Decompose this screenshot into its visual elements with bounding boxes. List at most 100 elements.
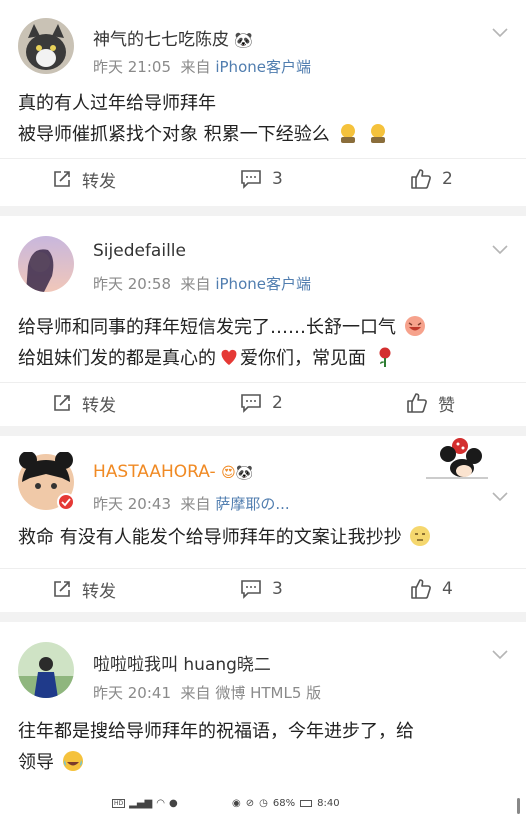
chevron-down-icon[interactable] bbox=[490, 22, 510, 42]
comment-icon bbox=[241, 394, 261, 413]
timestamp: 昨天 20:43 bbox=[93, 495, 171, 513]
separator bbox=[0, 612, 526, 622]
username[interactable]: HASTAAHORA- 😍🐼 bbox=[93, 462, 253, 482]
comment-icon bbox=[241, 170, 261, 189]
post-meta: 昨天 20:58 来自 iPhone客户端 bbox=[93, 273, 311, 294]
like-icon bbox=[411, 579, 431, 599]
like-count[interactable]: 4 bbox=[442, 579, 453, 599]
alarm-icon: ◷ bbox=[259, 798, 268, 809]
avatar[interactable] bbox=[18, 452, 75, 511]
comment-line: 领导 bbox=[18, 752, 54, 773]
comment-item: Sijedefaille 昨天 20:58 来自 iPhone客户端 给导师和同… bbox=[0, 216, 526, 426]
comment-line-with-emoji: 被导师催抓紧找个对象 积累一下经验么 bbox=[18, 119, 508, 150]
chevron-down-icon[interactable] bbox=[490, 486, 510, 506]
repost-button[interactable]: 转发 bbox=[52, 569, 116, 609]
from-label: 来自 bbox=[180, 684, 211, 702]
comment-icon bbox=[241, 580, 261, 599]
avatar[interactable] bbox=[18, 236, 74, 292]
comment-feed: 神气的七七吃陈皮 🐼 昨天 21:05 来自 iPhone客户端 真的有人过年给… bbox=[0, 0, 526, 822]
wechat-icon: ● bbox=[168, 798, 178, 809]
status-right-icons: ◉ ⊘ ◷ 68% 8:40 bbox=[232, 798, 340, 809]
from-label: 来自 bbox=[180, 275, 211, 293]
comment-button[interactable]: 3 bbox=[240, 569, 283, 609]
panda-emoji-icon: 🐼 bbox=[235, 465, 254, 481]
speechless-face-emoji-icon bbox=[410, 526, 431, 546]
like-count[interactable]: 2 bbox=[442, 169, 453, 189]
comment-line: 被导师催抓紧找个对象 积累一下经验么 bbox=[18, 124, 330, 145]
like-button[interactable]: 2 bbox=[410, 159, 453, 199]
timestamp: 昨天 20:58 bbox=[93, 275, 171, 293]
like-icon bbox=[411, 169, 431, 189]
comment-line: 救命 有没有人能发个给导师拜年的文案让我抄抄 bbox=[18, 527, 402, 548]
username-text[interactable]: HASTAAHORA- bbox=[93, 462, 216, 482]
from-label: 来自 bbox=[180, 495, 211, 513]
laughing-face-emoji-icon bbox=[404, 316, 425, 336]
repost-label[interactable]: 转发 bbox=[82, 577, 116, 602]
like-button[interactable]: 赞 bbox=[406, 383, 455, 423]
comment-line-with-emoji: 领导 bbox=[18, 747, 508, 778]
comment-line: 爱你们，常见面 bbox=[240, 348, 366, 369]
crying-laughing-emoji-icon bbox=[62, 751, 83, 771]
comment-text: 往年都是搜给导师拜年的祝福语，今年进步了，给 领导 bbox=[18, 716, 508, 778]
username[interactable]: 啦啦啦我叫 huang晓二 bbox=[93, 650, 271, 675]
source-link[interactable]: 萨摩耶の... bbox=[215, 495, 289, 513]
repost-label[interactable]: 转发 bbox=[82, 167, 116, 192]
red-heart-icon bbox=[221, 349, 237, 365]
source-text: 微博 HTML5 版 bbox=[215, 684, 322, 702]
repost-label[interactable]: 转发 bbox=[82, 391, 116, 416]
comment-count[interactable]: 3 bbox=[272, 169, 283, 189]
comment-text: 救命 有没有人能发个给导师拜年的文案让我抄抄 bbox=[18, 522, 508, 553]
comment-count[interactable]: 3 bbox=[272, 579, 283, 599]
comment-line: 往年都是搜给导师拜年的祝福语，今年进步了，给 bbox=[18, 721, 414, 742]
repost-icon bbox=[54, 171, 70, 187]
tired-face-emoji-icon bbox=[371, 124, 386, 143]
post-meta: 昨天 20:41 来自 微博 HTML5 版 bbox=[93, 682, 321, 703]
avatar[interactable] bbox=[18, 18, 74, 74]
avatar[interactable] bbox=[18, 642, 74, 698]
comment-item: HASTAAHORA- 😍🐼 昨天 20:43 来自 萨摩耶の... 救命 有没… bbox=[0, 436, 526, 612]
comment-line-with-emoji: 救命 有没有人能发个给导师拜年的文案让我抄抄 bbox=[18, 522, 508, 553]
comment-line: 给导师和同事的拜年短信发完了……长舒一口气 bbox=[18, 317, 396, 338]
mute-icon: ⊘ bbox=[245, 798, 255, 809]
like-button[interactable]: 4 bbox=[410, 569, 453, 609]
comment-line-with-emoji: 给姐妹们发的都是真心的 爱你们，常见面 bbox=[18, 343, 508, 374]
wifi-icon: ◠ bbox=[156, 798, 165, 809]
battery-icon bbox=[300, 800, 313, 807]
repost-icon bbox=[54, 395, 70, 411]
comment-button[interactable]: 3 bbox=[240, 159, 283, 199]
separator bbox=[0, 426, 526, 436]
rose-icon bbox=[379, 347, 391, 367]
chevron-down-icon[interactable] bbox=[490, 239, 510, 259]
repost-button[interactable]: 转发 bbox=[52, 383, 116, 423]
separator bbox=[0, 206, 526, 216]
comment-line: 给姐妹们发的都是真心的 bbox=[18, 348, 216, 369]
heart-eyes-emoji-icon: 😍 bbox=[221, 465, 236, 481]
like-label[interactable]: 赞 bbox=[438, 391, 455, 416]
from-label: 来自 bbox=[180, 58, 211, 76]
source-link[interactable]: iPhone客户端 bbox=[215, 275, 311, 293]
comment-count[interactable]: 2 bbox=[272, 393, 283, 413]
username[interactable]: Sijedefaille bbox=[93, 241, 186, 261]
comment-button[interactable]: 2 bbox=[240, 383, 283, 423]
action-bar: 转发 3 4 bbox=[0, 568, 526, 609]
clock: 8:40 bbox=[317, 798, 340, 809]
scrollbar[interactable] bbox=[517, 798, 520, 814]
comment-line: 真的有人过年给导师拜年 bbox=[18, 93, 216, 114]
hd-icon: HD bbox=[112, 799, 126, 808]
timestamp: 昨天 20:41 bbox=[93, 684, 171, 702]
source-link[interactable]: iPhone客户端 bbox=[215, 58, 311, 76]
repost-icon bbox=[54, 581, 70, 597]
status-left-icons: HD ▂▄▆ ◠ ● bbox=[112, 798, 178, 809]
panda-emoji-icon: 🐼 bbox=[234, 31, 254, 49]
tired-face-emoji-icon bbox=[341, 124, 356, 143]
repost-button[interactable]: 转发 bbox=[52, 159, 116, 199]
post-meta: 昨天 21:05 来自 iPhone客户端 bbox=[93, 56, 311, 77]
eye-icon: ◉ bbox=[232, 798, 241, 809]
comment-text: 真的有人过年给导师拜年 被导师催抓紧找个对象 积累一下经验么 bbox=[18, 88, 508, 150]
post-meta: 昨天 20:43 来自 萨摩耶の... bbox=[93, 493, 290, 514]
username-text[interactable]: 神气的七七吃陈皮 bbox=[93, 30, 229, 50]
action-bar: 转发 2 赞 bbox=[0, 382, 526, 423]
username[interactable]: 神气的七七吃陈皮 🐼 bbox=[93, 25, 253, 50]
chevron-down-icon[interactable] bbox=[490, 644, 510, 664]
system-status-bar: HD ▂▄▆ ◠ ● ◉ ⊘ ◷ 68% 8:40 bbox=[0, 790, 526, 819]
